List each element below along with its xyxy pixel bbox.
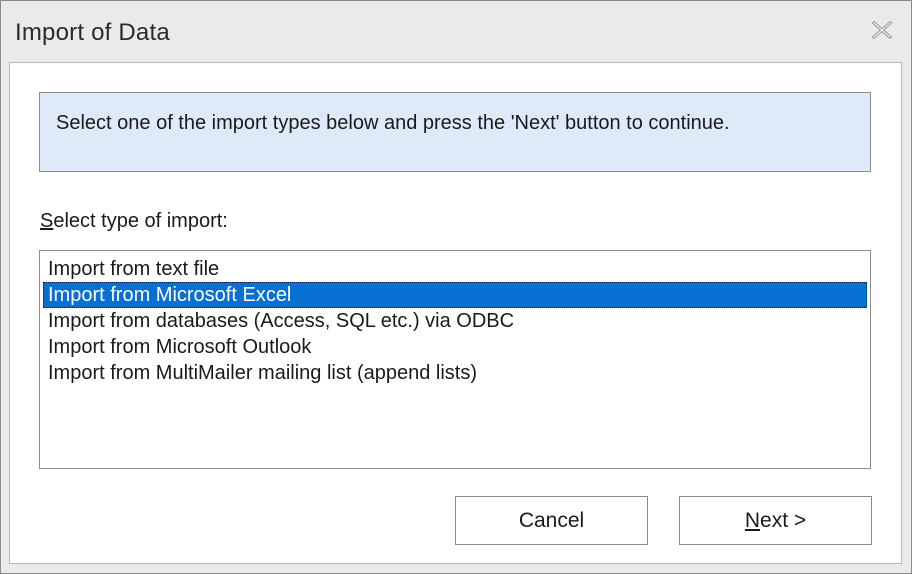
import-dialog: Import of Data Select one of the import … [0, 0, 912, 574]
dialog-content: Select one of the import types below and… [9, 62, 902, 564]
close-icon [871, 20, 893, 40]
import-type-list[interactable]: Import from text file Import from Micros… [39, 250, 871, 469]
title-bar[interactable]: Import of Data [1, 1, 911, 61]
instruction-panel: Select one of the import types below and… [39, 92, 871, 172]
instruction-text: Select one of the import types below and… [56, 112, 730, 134]
window-title: Import of Data [15, 19, 170, 46]
list-item-microsoft-excel[interactable]: Import from Microsoft Excel [43, 282, 867, 308]
cancel-button[interactable]: Cancel [455, 496, 648, 545]
close-button[interactable] [871, 20, 893, 40]
next-button[interactable]: Next > [679, 496, 872, 545]
list-item-text-file[interactable]: Import from text file [43, 256, 867, 282]
list-item-microsoft-outlook[interactable]: Import from Microsoft Outlook [43, 334, 867, 360]
list-item-multimailer-list[interactable]: Import from MultiMailer mailing list (ap… [43, 360, 867, 386]
list-item-odbc-databases[interactable]: Import from databases (Access, SQL etc.)… [43, 308, 867, 334]
import-type-label: Select type of import: [40, 210, 228, 232]
